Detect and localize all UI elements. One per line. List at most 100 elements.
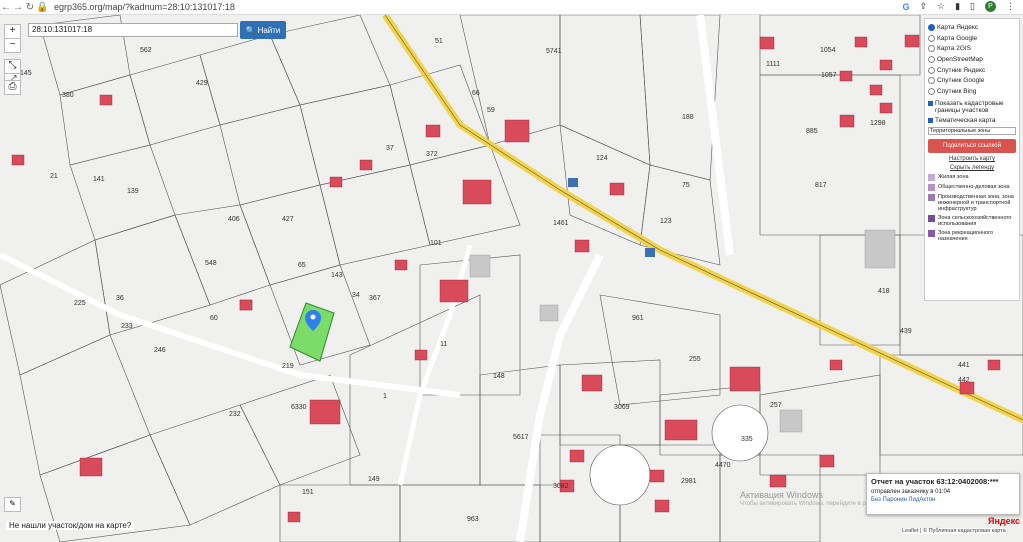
map-layer-option[interactable]: Карта Яндекс bbox=[928, 22, 1016, 33]
parcel-number-label: 548 bbox=[205, 260, 217, 267]
configure-map-link[interactable]: Настроить карту bbox=[928, 156, 1016, 162]
reload-icon[interactable]: ↻ bbox=[24, 2, 36, 13]
report-notification[interactable]: Отчет на участок 63:12:0402008:*** отпра… bbox=[866, 473, 1020, 515]
map-layer-option[interactable]: Карта Google bbox=[928, 33, 1016, 44]
legend-swatch bbox=[928, 183, 935, 191]
parcel-number-label: 442 bbox=[958, 377, 970, 384]
sidebar-icon[interactable]: ▯ bbox=[970, 1, 975, 12]
radio-icon bbox=[928, 77, 935, 85]
parcel-number-label: 75 bbox=[682, 182, 690, 189]
show-boundaries-checkbox[interactable]: Показать кадастровые границы участков bbox=[928, 100, 1016, 114]
parcel-number-label: 148 bbox=[493, 373, 505, 380]
menu-icon[interactable]: ⋮ bbox=[1006, 1, 1015, 12]
cadastral-map[interactable]: 562 145 380 429 21 51 5741 66 59 188 885 1054 1057 11… bbox=[0, 15, 1023, 542]
bookmark-star-icon[interactable]: ☆ bbox=[937, 1, 945, 12]
parcel-number-label: 441 bbox=[958, 362, 970, 369]
map-layer-label: Карта Яндекс bbox=[937, 23, 979, 31]
hide-legend-link[interactable]: Скрыть легенду bbox=[928, 165, 1016, 171]
parcel-number-label: 885 bbox=[806, 128, 818, 135]
parcel-number-label: 1111 bbox=[766, 61, 780, 68]
legend-swatch bbox=[928, 193, 935, 201]
edit-icon[interactable]: ✎ bbox=[4, 497, 21, 512]
parcel-number-label: 380 bbox=[62, 92, 74, 99]
parcel-number-label: 246 bbox=[154, 347, 166, 354]
windows-activation-watermark: Активация Windows bbox=[740, 490, 823, 500]
parcel-number-label: 372 bbox=[426, 151, 438, 158]
radio-icon bbox=[928, 55, 935, 63]
parcel-number-label: 255 bbox=[689, 356, 701, 363]
parcel-number-label: 427 bbox=[282, 216, 294, 223]
radio-icon bbox=[928, 66, 935, 74]
radio-icon bbox=[928, 45, 935, 53]
lock-icon: 🔒 bbox=[36, 1, 49, 13]
share-link-button[interactable]: Поделиться ссылкой bbox=[928, 138, 1016, 153]
forward-icon[interactable]: → bbox=[12, 2, 24, 13]
legend-swatch bbox=[928, 214, 935, 222]
cadastral-search-input[interactable]: 28:10:131017:18 bbox=[28, 23, 238, 37]
parcel-number-label: 4470 bbox=[715, 462, 731, 469]
parcel-number-label: 963 bbox=[467, 516, 479, 523]
legend-swatch bbox=[928, 173, 935, 181]
parcel-number-label: 2981 bbox=[681, 478, 697, 485]
extensions-icon[interactable]: ▮ bbox=[955, 1, 960, 12]
notification-title: Отчет на участок 63:12:0402008:*** bbox=[871, 477, 999, 486]
map-layer-label: Спутник Bing bbox=[937, 87, 977, 95]
parcel-number-label: 225 bbox=[74, 300, 86, 307]
parcel-number-label: 34 bbox=[352, 292, 360, 299]
map-layer-option[interactable]: Спутник Google bbox=[928, 75, 1016, 86]
share-icon[interactable]: ⇪ bbox=[919, 1, 927, 12]
parcel-number-label: 418 bbox=[878, 288, 890, 295]
parcel-number-label: 51 bbox=[435, 38, 443, 45]
thematic-map-checkbox[interactable]: Тематическая карта bbox=[928, 117, 1016, 124]
search-icon: 🔍 bbox=[245, 25, 256, 35]
map-layer-option[interactable]: Спутник Яндекс bbox=[928, 65, 1016, 76]
parcel-number-label: 335 bbox=[741, 436, 753, 443]
parcel-number-label: 3082 bbox=[553, 483, 569, 490]
parcel-number-label: 257 bbox=[770, 402, 782, 409]
parcel-number-label: 66 bbox=[472, 90, 480, 97]
map-layer-label: OpenStreetMap bbox=[937, 55, 983, 63]
legend-swatch bbox=[928, 229, 935, 237]
parcel-number-label: 188 bbox=[682, 114, 694, 121]
parcel-number-label: 139 bbox=[127, 188, 139, 195]
parcel-number-label: 59 bbox=[487, 107, 495, 114]
search-button[interactable]: 🔍 Найти bbox=[240, 21, 286, 39]
parcel-number-label: 101 bbox=[430, 240, 442, 247]
windows-activation-subtext: Чтобы активировать Windows, перейдите в … bbox=[740, 501, 882, 507]
parcel-number-label: 1461 bbox=[553, 220, 569, 227]
print-icon[interactable]: ⎙ bbox=[4, 80, 21, 95]
profile-avatar[interactable]: Р bbox=[985, 1, 996, 12]
yandex-logo: Яндекс bbox=[988, 516, 1021, 526]
zone-select[interactable]: Территориальные зоны bbox=[928, 126, 1016, 135]
parcel-number-label: 3069 bbox=[614, 404, 630, 411]
parcel-number-label: 232 bbox=[229, 411, 241, 418]
search-button-label: Найти bbox=[257, 25, 281, 35]
map-layer-option[interactable]: Карта 2GIS bbox=[928, 43, 1016, 54]
parcel-number-label: 6330 bbox=[291, 404, 307, 411]
zoom-out-button[interactable]: − bbox=[4, 38, 21, 53]
legend-item: Производственная зона, зона инженерной и… bbox=[928, 193, 1016, 212]
parcel-number-label: 124 bbox=[596, 155, 608, 162]
back-icon[interactable]: ← bbox=[0, 2, 12, 13]
map-layer-option[interactable]: OpenStreetMap bbox=[928, 54, 1016, 65]
zoom-in-button[interactable]: + bbox=[4, 24, 21, 39]
radio-icon bbox=[928, 87, 935, 95]
parcel-number-label: 961 bbox=[632, 315, 644, 322]
measure-icon[interactable]: ⤡ bbox=[4, 59, 21, 74]
google-icon[interactable]: G bbox=[902, 2, 909, 12]
map-canvas: 5621453804292151574166591888851054105711… bbox=[0, 15, 1023, 542]
map-layer-label: Спутник Google bbox=[937, 77, 985, 85]
parcel-number-label: 60 bbox=[210, 315, 218, 322]
notification-footer: Без Паронин ЛидАктон bbox=[871, 497, 936, 503]
map-layer-option[interactable]: Спутник Bing bbox=[928, 86, 1016, 97]
parcel-number-label: 219 bbox=[282, 363, 294, 370]
checkbox-checked-icon bbox=[928, 117, 933, 123]
not-found-link[interactable]: Не нашли участок/дом на карте? bbox=[6, 521, 135, 530]
parcel-number-label: 233 bbox=[121, 323, 133, 330]
parcel-number-label: 141 bbox=[93, 176, 105, 183]
map-layer-label: Карта 2GIS bbox=[937, 45, 972, 53]
parcel-number-label: 1057 bbox=[821, 72, 837, 79]
radio-icon bbox=[928, 23, 935, 31]
address-bar[interactable]: egrp365.org/map/?kadnum=28:10:131017:18 bbox=[54, 2, 235, 12]
parcel-number-label: 1 bbox=[383, 393, 387, 400]
